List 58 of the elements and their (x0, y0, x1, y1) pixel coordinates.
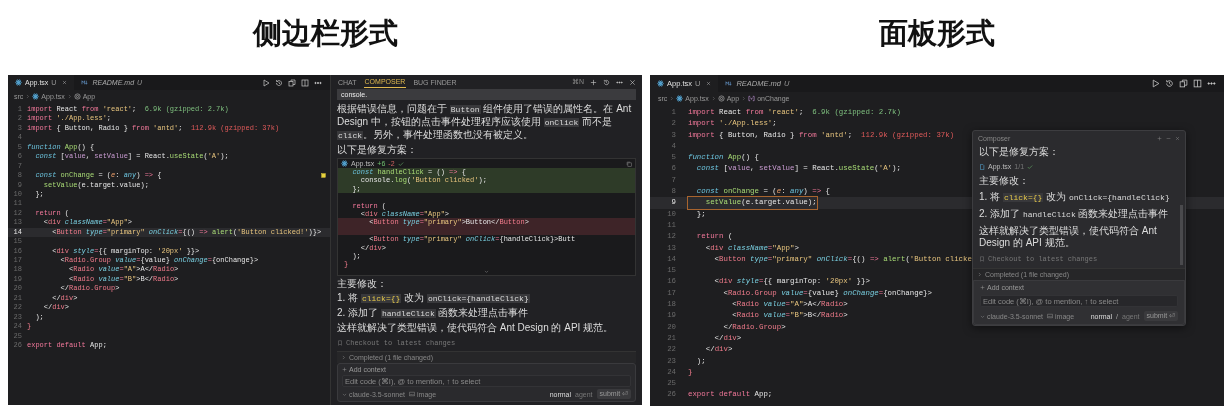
chevron-icon (669, 96, 675, 101)
chevron-icon (741, 96, 747, 101)
chevron-icon (977, 272, 982, 277)
file-icon (979, 163, 985, 170)
message-text: 这样就解决了类型错误，使代码符合 Ant Design 的 API 规范。 (979, 225, 1158, 249)
chevron-icon (710, 96, 716, 101)
bookmark-icon (337, 339, 343, 346)
plus-icon (980, 285, 985, 290)
close-icon[interactable] (629, 78, 636, 86)
message-text: 这样就解决了类型错误，使代码符合 Ant Design 的 API 规范。 (337, 321, 615, 334)
image-icon (1047, 313, 1054, 319)
chevron-down-icon (980, 313, 985, 319)
check-icon (397, 160, 404, 167)
history-icon[interactable] (603, 78, 610, 86)
method-icon (748, 95, 756, 102)
chevron-icon (66, 93, 72, 99)
chevron-down-icon (342, 391, 347, 397)
react-icon (32, 92, 40, 100)
chevron-icon (25, 93, 31, 99)
react-icon (657, 80, 664, 87)
react-icon (676, 95, 684, 102)
message-text: 2. 添加了 handleClick 函数来处理点击事件 (337, 306, 530, 320)
split-editor-icon[interactable] (301, 78, 309, 87)
message-text: 以下是修复方案： (979, 146, 1060, 158)
compare-icon[interactable] (288, 78, 296, 87)
message-text: 2. 添加了 handleClick 函数来处理点击事件 (979, 208, 1170, 221)
close-icon[interactable] (62, 80, 68, 85)
history-icon[interactable] (1165, 79, 1174, 88)
section-title: 面板形式 (878, 15, 996, 51)
markdown-icon (81, 79, 90, 86)
copy-icon[interactable] (626, 160, 632, 167)
message-text: 根据错误信息，问题在于 Button 组件使用了错误的属性名。在 Ant Design 中，按钮的点击事件处理程序应该使用 onClick 而不是 click。另外，事件处理函数也没有被定义。 (337, 103, 633, 142)
split-editor-icon[interactable] (1193, 79, 1202, 88)
message-text: 1. 将 click={} 改为 onClick={handleClick} (979, 191, 1171, 204)
message-text: 主要修改： (337, 277, 388, 290)
component-icon (717, 95, 725, 102)
bookmark-icon (979, 256, 985, 262)
run-icon[interactable] (262, 78, 270, 87)
message-text: 以下是修复方案： (337, 144, 418, 156)
more-icon[interactable] (616, 78, 623, 86)
marker-icon (321, 173, 326, 179)
message-text: 主要修改： (979, 175, 1030, 187)
plus-icon (342, 367, 347, 372)
section-title: 侧边栏形式 (251, 15, 399, 51)
compare-icon[interactable] (1179, 79, 1188, 88)
more-icon[interactable] (1207, 79, 1216, 88)
chevron-icon (341, 355, 346, 360)
plus-icon[interactable] (590, 78, 597, 86)
check-icon (1027, 163, 1034, 170)
react-icon (341, 160, 348, 167)
markdown-icon (725, 80, 734, 87)
message-text: 1. 将 click={} 改为 onClick={handleClick} (337, 291, 531, 305)
close-icon[interactable] (706, 81, 712, 86)
react-icon (15, 79, 22, 86)
run-icon[interactable] (1151, 79, 1160, 88)
component-icon (73, 92, 81, 100)
image-icon (409, 391, 416, 397)
history-icon[interactable] (275, 78, 283, 87)
